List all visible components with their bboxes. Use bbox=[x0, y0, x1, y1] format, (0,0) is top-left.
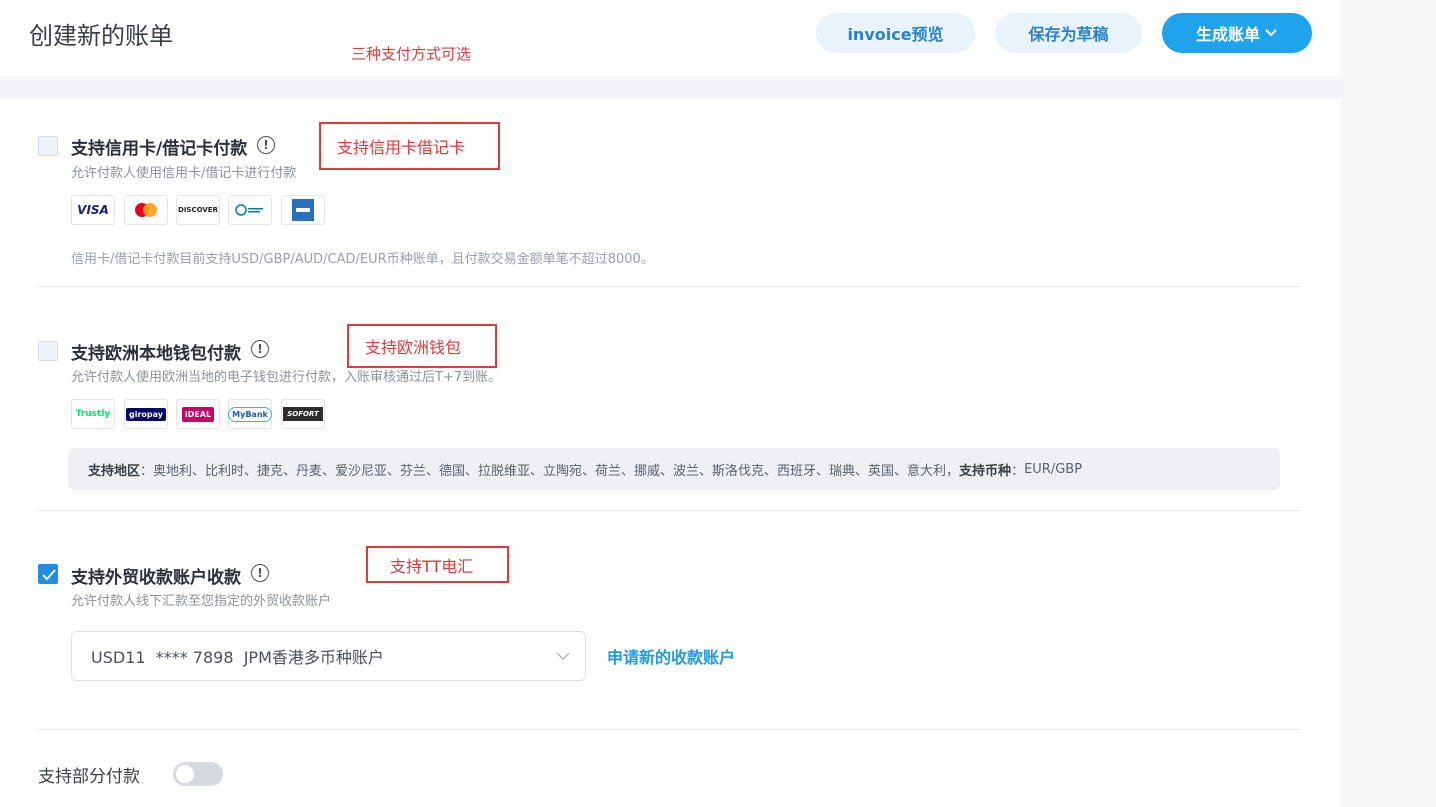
tt-payment-description: 允许付款人线下汇款至您指定的外贸收款账户 bbox=[71, 594, 332, 609]
wallet-info-icon[interactable]: ! bbox=[251, 340, 269, 358]
annotation-wallet: 支持欧洲钱包 bbox=[347, 324, 497, 368]
amex-icon bbox=[292, 199, 314, 221]
section-divider bbox=[38, 510, 1300, 511]
save-draft-button[interactable]: 保存为草稿 bbox=[995, 13, 1142, 53]
mybank-logo-text: MyBank bbox=[228, 406, 272, 422]
mybank-logo: MyBank bbox=[228, 399, 272, 429]
annotation-tt: 支持TT电汇 bbox=[366, 546, 509, 583]
right-gutter bbox=[1341, 0, 1436, 807]
visa-logo-text: VISA bbox=[77, 203, 109, 217]
wallet-payment-checkbox[interactable] bbox=[38, 341, 58, 361]
card-currency-note: 信用卡/借记卡付款目前支持USD/GBP/AUD/CAD/EUR币种账单，且付款… bbox=[71, 252, 654, 267]
card-payment-checkbox[interactable] bbox=[38, 136, 58, 156]
card-payment-description: 允许付款人使用信用卡/借记卡进行付款 bbox=[71, 166, 297, 181]
mastercard-icon bbox=[135, 203, 157, 217]
trustly-logo: Trustly bbox=[71, 399, 115, 429]
sofort-logo-text: SOFORT bbox=[283, 407, 323, 421]
trustly-logo-text: Trustly bbox=[75, 409, 111, 419]
mastercard-logo bbox=[124, 195, 168, 225]
diners-club-icon bbox=[235, 204, 263, 216]
giropay-logo: giropay bbox=[124, 399, 168, 429]
card-payment-title: 支持信用卡/借记卡付款 bbox=[71, 139, 248, 159]
section-divider bbox=[38, 729, 1300, 730]
ideal-logo-text: iDEAL bbox=[181, 406, 215, 422]
tt-payment-checkbox[interactable] bbox=[38, 564, 58, 584]
section-divider bbox=[38, 286, 1300, 287]
annotation-payment-methods: 三种支付方式可选 bbox=[351, 45, 472, 63]
currency-list: EUR/GBP bbox=[1024, 461, 1083, 477]
region-list: 奥地利、比利时、捷克、丹麦、爱沙尼亚、芬兰、德国、拉脱维亚、立陶宛、荷兰、挪威、… bbox=[153, 463, 960, 479]
region-colon: ： bbox=[140, 463, 154, 479]
toggle-knob bbox=[176, 765, 194, 783]
amex-logo bbox=[281, 195, 325, 225]
page-header: 创建新的账单 三种支付方式可选 invoice预览 保存为草稿 生成账单 bbox=[0, 0, 1341, 78]
tt-payment-title: 支持外贸收款账户收款 bbox=[71, 568, 241, 588]
checkmark-icon bbox=[42, 569, 56, 581]
card-info-icon[interactable]: ! bbox=[257, 136, 275, 154]
receiving-account-value: USD11 **** 7898 JPM香港多币种账户 bbox=[91, 648, 384, 667]
chevron-down-icon bbox=[1265, 29, 1277, 37]
currency-label: 支持币种 bbox=[959, 463, 1012, 479]
ideal-logo: iDEAL bbox=[176, 399, 220, 429]
partial-payment-toggle[interactable] bbox=[173, 762, 223, 786]
chevron-down-icon bbox=[556, 652, 570, 661]
page-title: 创建新的账单 bbox=[29, 22, 173, 50]
generate-invoice-label: 生成账单 bbox=[1195, 25, 1260, 44]
header-separator bbox=[0, 79, 1341, 98]
discover-logo: DISCOVER bbox=[176, 195, 220, 225]
wallet-payment-title: 支持欧洲本地钱包付款 bbox=[71, 344, 241, 364]
currency-colon: ： bbox=[1011, 463, 1025, 479]
giropay-logo-text: giropay bbox=[125, 407, 166, 421]
wallet-payment-description: 允许付款人使用欧洲当地的电子钱包进行付款，入账审核通过后T+7到账。 bbox=[71, 370, 502, 385]
region-label: 支持地区 bbox=[88, 463, 141, 479]
visa-logo: VISA bbox=[71, 195, 115, 225]
discover-logo-text: DISCOVER bbox=[178, 206, 218, 214]
annotation-card: 支持信用卡借记卡 bbox=[319, 122, 500, 170]
sofort-logo: SOFORT bbox=[281, 399, 325, 429]
receiving-account-select[interactable]: USD11 **** 7898 JPM香港多币种账户 bbox=[71, 631, 586, 681]
diners-club-logo bbox=[228, 195, 272, 225]
generate-invoice-button[interactable]: 生成账单 bbox=[1162, 13, 1312, 53]
invoice-preview-button[interactable]: invoice预览 bbox=[816, 13, 975, 53]
partial-payment-label: 支持部分付款 bbox=[38, 767, 140, 787]
tt-info-icon[interactable]: ! bbox=[251, 564, 269, 582]
apply-new-account-link[interactable]: 申请新的收款账户 bbox=[607, 644, 735, 668]
supported-regions-box: 支持地区： 奥地利、比利时、捷克、丹麦、爱沙尼亚、芬兰、德国、拉脱维亚、立陶宛、… bbox=[68, 448, 1280, 490]
